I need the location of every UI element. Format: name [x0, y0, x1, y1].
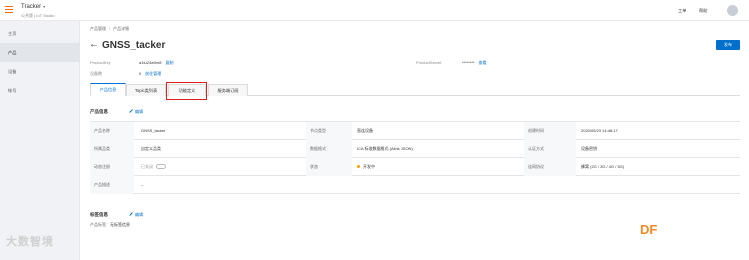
- tab-server-subscription[interactable]: 服务端订阅: [208, 84, 248, 96]
- edit-product-info-button[interactable]: 编辑: [127, 107, 143, 115]
- device-count-value: 0: [139, 71, 142, 76]
- dynamic-register-cell: 已关闭: [136, 158, 306, 176]
- work-order-link[interactable]: 工单: [678, 8, 686, 14]
- sidebar-item-account[interactable]: 帐号: [0, 81, 80, 100]
- product-key-value-group: a1tu24a9nr8 复制: [139, 60, 173, 66]
- app-switcher[interactable]: Tracker ▾: [21, 4, 45, 10]
- tab-product-info[interactable]: 产品信息: [90, 83, 126, 96]
- product-info-title: 产品信息: [90, 109, 108, 114]
- dynamic-register-toggle[interactable]: [156, 164, 166, 170]
- manage-device-link[interactable]: 前往管理: [145, 71, 161, 76]
- chevron-down-icon: ▾: [43, 4, 46, 9]
- device-count-label: 设备数: [90, 71, 102, 76]
- table-row: 所属品类 自定义品类 数据格式 ICA 标准数据格式 (Alink JSON) …: [90, 140, 740, 158]
- top-bar: Tracker ▾ 公共版 | IoT Studio 工单 帮助: [0, 0, 749, 21]
- watermark-logo-df: DF: [640, 222, 658, 237]
- publish-button[interactable]: 发布: [716, 40, 740, 50]
- cell-value: --: [141, 182, 144, 187]
- cell-value: 直连设备: [357, 128, 373, 133]
- breadcrumb-item-product-detail: 产品详细: [113, 26, 130, 31]
- pencil-icon: [127, 210, 133, 216]
- product-key-value: a1tu24a9nr8: [139, 60, 162, 65]
- product-tag-row: 产品标签：无标签信息: [90, 222, 130, 228]
- pencil-icon: [127, 107, 133, 113]
- highlight-box: [166, 82, 207, 100]
- product-secret-value: ********: [462, 60, 475, 65]
- edit-label: 编辑: [135, 109, 143, 114]
- product-secret-label: ProductSecret: [416, 60, 442, 65]
- cell-label: 数据格式: [306, 140, 352, 158]
- breadcrumb: 产品管理 / 产品详细: [90, 26, 130, 31]
- help-link[interactable]: 帮助: [699, 8, 707, 14]
- cell-value: ICA 标准数据格式 (Alink JSON): [357, 146, 413, 151]
- page-title: GNSS_tacker: [102, 40, 166, 51]
- product-info-table: 产品名称 GNSS_tacker 节点类型 直连设备 创建时间 2020/05/…: [90, 121, 740, 194]
- cell-value: 自定义品类: [141, 146, 161, 151]
- cell-label: 创建时间: [524, 122, 576, 140]
- cell-label: 状态: [306, 158, 352, 176]
- breadcrumb-item-product-management[interactable]: 产品管理: [90, 26, 106, 31]
- edit-tag-info-button[interactable]: 编辑: [127, 210, 143, 218]
- table-row: 产品描述 --: [90, 176, 740, 194]
- cell-label: 连网协议: [524, 158, 576, 176]
- tab-topic-list[interactable]: Topic类列表: [126, 84, 166, 96]
- app-title: Tracker: [21, 4, 42, 10]
- status-cell: 开发中: [352, 158, 524, 176]
- cell-label: 产品名称: [90, 122, 134, 140]
- cell-value: 蜂窝 (2G / 3G / 4G / 5G): [581, 164, 625, 169]
- copy-link[interactable]: 复制: [165, 60, 173, 65]
- product-tag-value: 无标签信息: [110, 222, 130, 227]
- cell-value: 2020/05/23 14:48:17: [581, 128, 618, 133]
- product-tag-label: 产品标签：: [90, 222, 110, 227]
- table-row: 动态注册 已关闭 状态 开发中 连网协议 蜂窝 (2G / 3G / 4G / …: [90, 158, 740, 176]
- dynamic-register-status: 已关闭: [141, 164, 153, 169]
- cell-label: 产品描述: [90, 176, 134, 194]
- status-value: 开发中: [363, 164, 375, 169]
- tag-info-title: 标签信息: [90, 212, 108, 217]
- cell-label: 认证方式: [524, 140, 576, 158]
- product-key-label: ProductKey: [90, 60, 111, 65]
- cell-value: GNSS_tacker: [141, 128, 166, 133]
- device-count-group: 0 前往管理: [139, 71, 161, 77]
- table-row: 产品名称 GNSS_tacker 节点类型 直连设备 创建时间 2020/05/…: [90, 122, 740, 140]
- avatar[interactable]: [727, 5, 738, 16]
- status-dot-icon: [357, 165, 360, 169]
- watermark-logo: 大数智境: [6, 236, 54, 248]
- cell-label: 所属品类: [90, 140, 134, 158]
- cell-label: 节点类型: [306, 122, 352, 140]
- cell-label: 动态注册: [90, 158, 134, 176]
- sidebar-item-product[interactable]: 产品: [0, 43, 80, 62]
- view-secret-link[interactable]: 查看: [478, 60, 486, 65]
- back-arrow-icon[interactable]: ←: [89, 40, 99, 50]
- app-subtitle: 公共版 | IoT Studio: [21, 13, 55, 18]
- edit-label: 编辑: [135, 212, 143, 217]
- product-secret-value-group: ******** 查看: [462, 60, 486, 66]
- sidebar: 主页 产品 设备 帐号: [0, 21, 80, 260]
- menu-icon[interactable]: [5, 6, 13, 14]
- sidebar-item-home[interactable]: 主页: [0, 24, 80, 43]
- cell-value: 设备密钥: [581, 146, 597, 151]
- sidebar-item-device[interactable]: 设备: [0, 62, 80, 81]
